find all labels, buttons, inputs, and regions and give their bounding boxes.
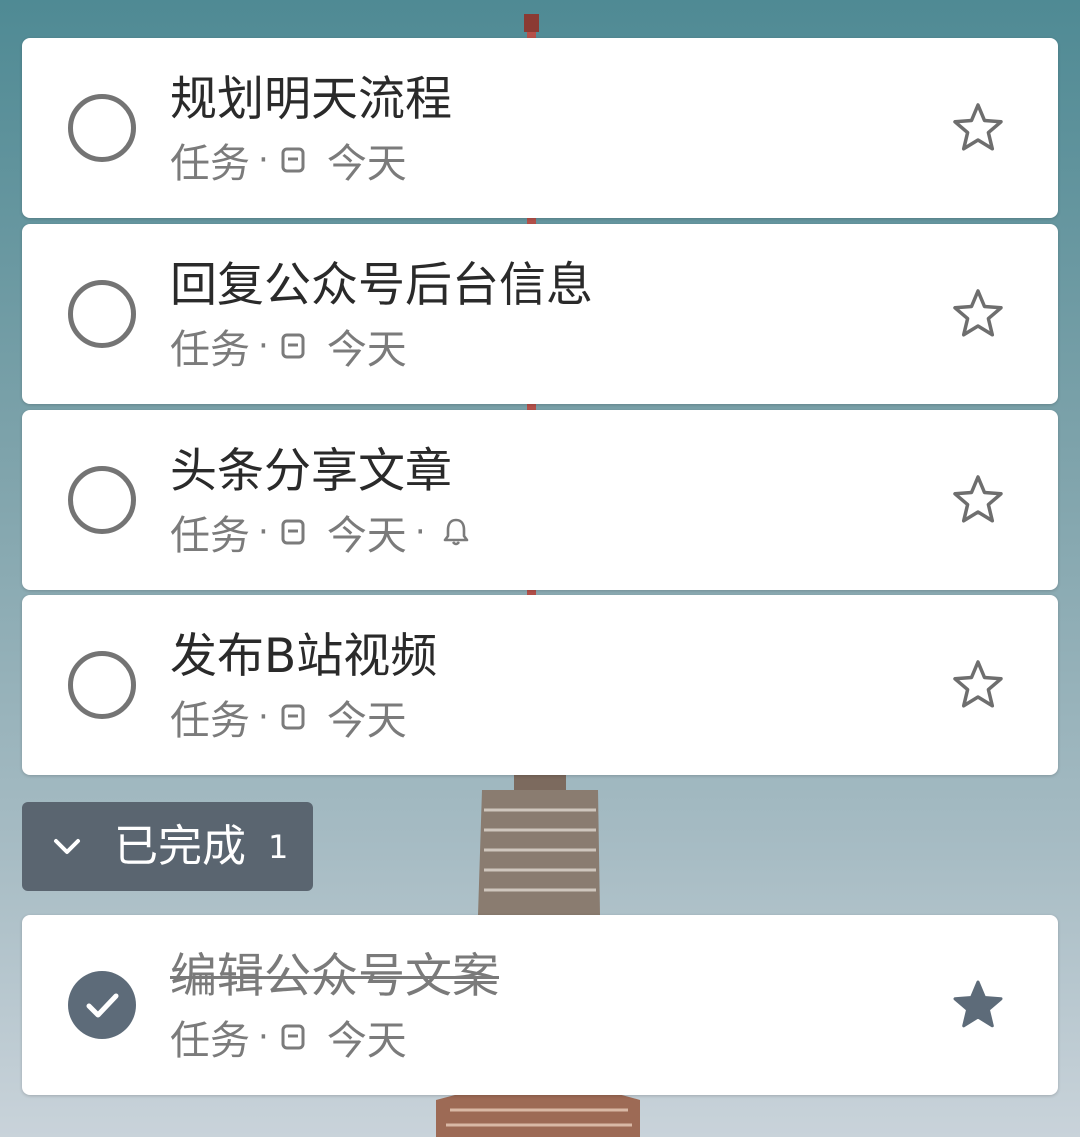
task-card[interactable]: 头条分享文章 任务 · 今天 · xyxy=(22,410,1058,590)
calendar-icon xyxy=(281,1024,305,1050)
task-title: 编辑公众号文案 xyxy=(170,949,499,1004)
task-meta: 任务 · 今天 xyxy=(170,691,407,744)
completed-section-toggle[interactable]: 已完成 1 xyxy=(22,802,313,891)
complete-toggle-circle-checked[interactable] xyxy=(68,971,136,1039)
meta-separator: · xyxy=(258,140,269,180)
calendar-icon xyxy=(281,519,305,545)
completed-task-card[interactable]: 编辑公众号文案 任务 · 今天 xyxy=(22,915,1058,1095)
meta-separator: · xyxy=(258,1017,269,1057)
due-date-label: 今天 xyxy=(326,1018,407,1064)
star-outline-icon[interactable] xyxy=(950,286,1006,342)
calendar-icon xyxy=(281,147,305,173)
meta-separator: · xyxy=(414,512,426,552)
bell-icon xyxy=(443,518,468,546)
completed-section-label: 已完成 xyxy=(114,820,246,872)
task-meta: 任务 · 今天 xyxy=(170,320,407,373)
calendar-icon xyxy=(281,333,305,359)
complete-toggle-circle[interactable] xyxy=(68,651,136,719)
calendar-icon xyxy=(281,704,305,730)
task-type-label: 任务 xyxy=(170,141,250,187)
due-date-label: 今天 xyxy=(326,698,407,744)
task-meta: 任务 · 今天 · xyxy=(170,506,470,559)
meta-separator: · xyxy=(258,512,269,552)
task-meta: 任务 · 今天 xyxy=(170,1011,407,1064)
complete-toggle-circle[interactable] xyxy=(68,94,136,162)
star-outline-icon[interactable] xyxy=(950,472,1006,528)
complete-toggle-circle[interactable] xyxy=(68,280,136,348)
due-date-label: 今天 xyxy=(326,327,407,373)
task-meta: 任务 · 今天 xyxy=(170,134,407,187)
task-type-label: 任务 xyxy=(170,513,250,559)
task-title: 回复公众号后台信息 xyxy=(170,258,593,313)
checkmark-icon xyxy=(86,993,119,1018)
due-date-label: 今天 xyxy=(326,513,407,559)
task-type-label: 任务 xyxy=(170,698,250,744)
star-outline-icon[interactable] xyxy=(950,657,1006,713)
meta-separator: · xyxy=(258,697,269,737)
task-card[interactable]: 规划明天流程 任务 · 今天 xyxy=(22,38,1058,218)
task-card[interactable]: 发布B站视频 任务 · 今天 xyxy=(22,595,1058,775)
chevron-down-icon xyxy=(54,838,80,854)
complete-toggle-circle[interactable] xyxy=(68,466,136,534)
task-type-label: 任务 xyxy=(170,1018,250,1064)
due-date-label: 今天 xyxy=(326,141,407,187)
task-card[interactable]: 回复公众号后台信息 任务 · 今天 xyxy=(22,224,1058,404)
task-title: 头条分享文章 xyxy=(170,444,452,499)
completed-count: 1 xyxy=(268,827,289,866)
meta-separator: · xyxy=(258,326,269,366)
star-filled-icon[interactable] xyxy=(950,977,1006,1033)
task-title: 规划明天流程 xyxy=(170,72,452,127)
star-outline-icon[interactable] xyxy=(950,100,1006,156)
task-title: 发布B站视频 xyxy=(170,629,438,684)
task-type-label: 任务 xyxy=(170,327,250,373)
